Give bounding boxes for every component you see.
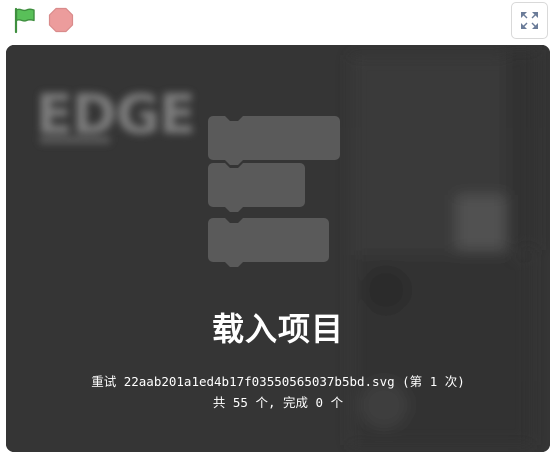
player-toolbar bbox=[0, 0, 556, 42]
loading-status: 重试 22aab201a1ed4b17f03550565037b5bd.svg … bbox=[6, 371, 550, 413]
green-flag-button[interactable] bbox=[9, 5, 39, 35]
progress-status-text: 共 55 个, 完成 0 个 bbox=[212, 395, 344, 410]
loading-title: 载入项目 bbox=[211, 310, 344, 348]
green-flag-icon bbox=[14, 7, 35, 34]
retry-status-text: 重试 22aab201a1ed4b17f03550565037b5bd.svg … bbox=[91, 374, 465, 389]
fullscreen-icon bbox=[521, 12, 538, 29]
stage[interactable]: EDGE 载入项目 重试 22aab201a1ed4b17f0355056503… bbox=[6, 45, 550, 452]
fullscreen-button[interactable] bbox=[511, 2, 548, 39]
background-logo-text: EDGE bbox=[36, 83, 195, 146]
stop-sign-icon bbox=[48, 7, 74, 33]
stop-button[interactable] bbox=[46, 5, 76, 35]
code-blocks-icon bbox=[208, 116, 340, 267]
